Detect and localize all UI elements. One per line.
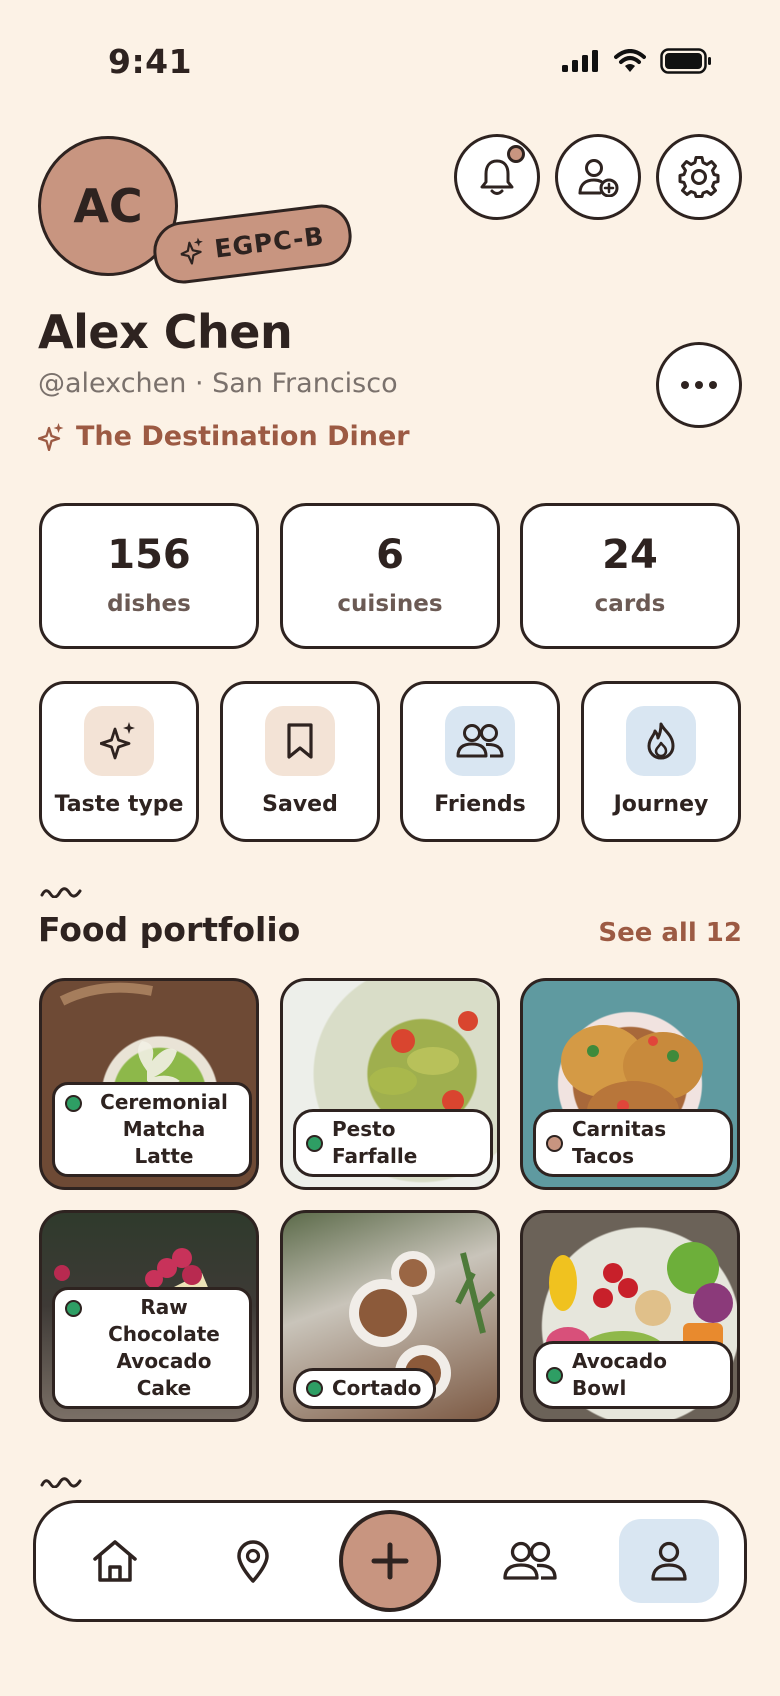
stat-cards[interactable]: 24 cards: [520, 503, 740, 649]
food-label: Ceremonial Matcha Latte: [52, 1082, 252, 1177]
active-tab-highlight: [619, 1519, 719, 1603]
add-user-icon: [578, 159, 619, 197]
squiggle-decoration: [40, 887, 82, 898]
food-card[interactable]: Pesto Farfalle: [280, 978, 500, 1190]
stat-cuisines[interactable]: 6 cuisines: [280, 503, 500, 649]
bookmark-icon: [287, 723, 313, 759]
see-all-link[interactable]: See all 12: [598, 918, 742, 948]
food-label: Cortado: [293, 1368, 437, 1409]
tile-label: Taste type: [54, 792, 184, 817]
food-name: Carnitas Tacos: [572, 1117, 667, 1168]
food-label: Avocado Bowl: [533, 1341, 733, 1409]
food-label: Raw Chocolate Avocado Cake: [52, 1287, 252, 1409]
food-card[interactable]: Raw Chocolate Avocado Cake: [39, 1210, 259, 1422]
food-name: Cortado: [332, 1376, 422, 1400]
tile-label: Saved: [262, 792, 338, 817]
sparkle-icon: [179, 237, 204, 265]
tab-friends[interactable]: [480, 1503, 580, 1619]
food-label: Carnitas Tacos: [533, 1109, 733, 1177]
profile-taste-type[interactable]: The Destination Diner: [38, 421, 410, 452]
wifi-icon: [614, 49, 646, 72]
flame-icon: [647, 722, 675, 760]
profile-icon: [651, 1541, 687, 1581]
food-card[interactable]: Carnitas Tacos: [520, 978, 740, 1190]
friends-icon: [456, 724, 504, 758]
signal-icon: [562, 50, 598, 72]
tile-friends[interactable]: Friends: [400, 681, 560, 842]
taste-type-label: The Destination Diner: [76, 421, 410, 452]
type-code: EGPC-B: [212, 220, 326, 264]
food-card[interactable]: Ceremonial Matcha Latte: [39, 978, 259, 1190]
add-friend-button[interactable]: [555, 134, 641, 220]
stat-label: cuisines: [337, 591, 443, 617]
food-name-line: Avocado Cake: [116, 1349, 212, 1400]
food-name-line: Raw Chocolate: [108, 1295, 220, 1346]
tile-journey[interactable]: Journey: [581, 681, 741, 842]
stat-label: cards: [594, 591, 666, 617]
profile-name: Alex Chen: [38, 305, 293, 359]
tile-taste-type[interactable]: Taste type: [39, 681, 199, 842]
friends-icon: [503, 1541, 557, 1580]
sparkle-icon: [100, 722, 135, 760]
tab-map[interactable]: [203, 1503, 303, 1619]
squiggle-decoration: [40, 1477, 82, 1488]
add-dish-button[interactable]: [339, 1510, 441, 1612]
stat-value: 6: [376, 532, 404, 578]
status-dot: [65, 1095, 82, 1112]
more-options-button[interactable]: [656, 342, 742, 428]
status-dot: [546, 1134, 563, 1152]
stat-value: 156: [107, 532, 191, 578]
notification-dot: [507, 145, 525, 163]
tab-home[interactable]: [65, 1503, 165, 1619]
food-card[interactable]: Cortado: [280, 1210, 500, 1422]
status-dot: [546, 1366, 563, 1384]
notifications-button[interactable]: [454, 134, 540, 220]
stat-dishes[interactable]: 156 dishes: [39, 503, 259, 649]
status-dot: [306, 1380, 323, 1397]
map-pin-icon: [237, 1540, 269, 1583]
plus-icon: [371, 1542, 409, 1580]
battery-icon: [660, 48, 711, 74]
settings-button[interactable]: [656, 134, 742, 220]
stat-label: dishes: [107, 591, 191, 617]
tab-profile[interactable]: [619, 1503, 719, 1619]
tile-label: Journey: [613, 792, 709, 817]
status-dot: [306, 1134, 323, 1152]
bell-icon: [480, 159, 514, 195]
stat-value: 24: [602, 532, 658, 578]
profile-handle-location: @alexchen · San Francisco: [38, 368, 398, 399]
food-name-line: Matcha Latte: [122, 1117, 206, 1168]
tile-saved[interactable]: Saved: [220, 681, 380, 842]
food-name-line: Ceremonial: [100, 1090, 228, 1114]
status-icons: [562, 48, 712, 74]
tile-label: Friends: [434, 792, 526, 817]
food-label: Pesto Farfalle: [293, 1109, 493, 1177]
food-card[interactable]: Avocado Bowl: [520, 1210, 740, 1422]
taste-type-badge[interactable]: EGPC-B: [149, 201, 356, 287]
more-icon: [681, 381, 717, 389]
status-dot: [65, 1300, 82, 1317]
food-name: Pesto Farfalle: [332, 1117, 418, 1168]
section-title: Food portfolio: [38, 910, 301, 949]
sparkle-icon: [38, 422, 64, 451]
home-icon: [93, 1540, 137, 1582]
food-name: Avocado Bowl: [572, 1349, 667, 1400]
status-time: 9:41: [108, 42, 193, 81]
gear-icon: [678, 156, 720, 198]
